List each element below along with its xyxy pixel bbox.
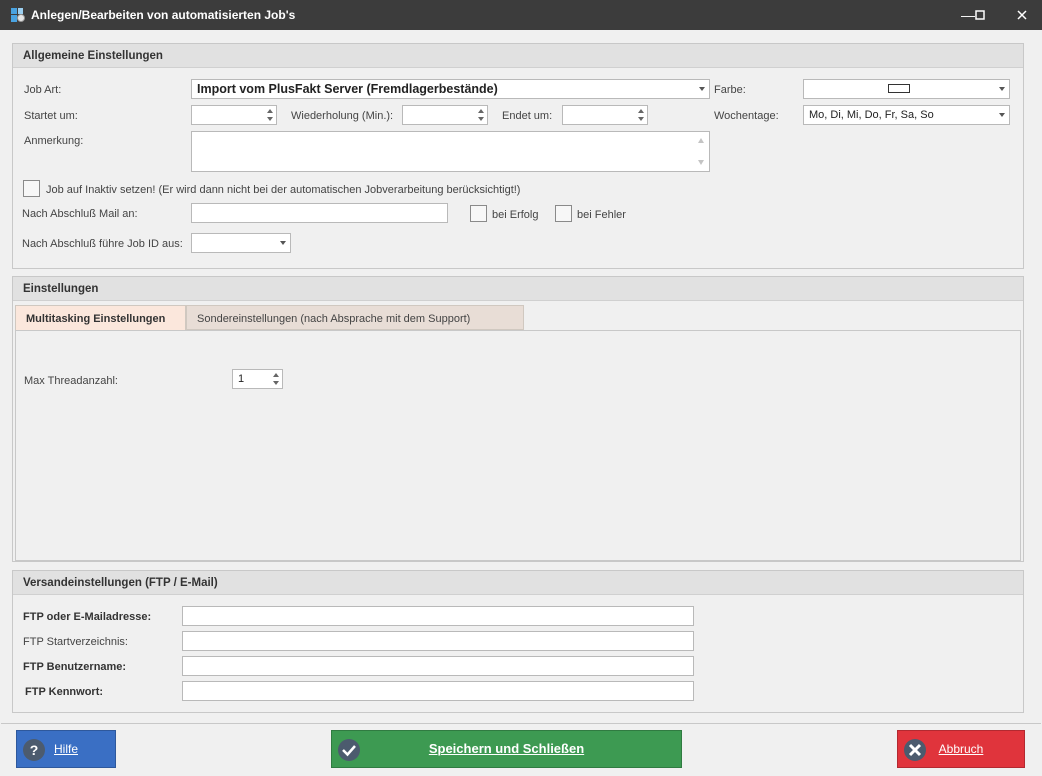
startet-value [192, 109, 215, 121]
anmerkung-textarea[interactable] [191, 131, 710, 172]
wiederholung-input[interactable] [402, 105, 488, 125]
erfolg-label: bei Erfolg [492, 209, 539, 221]
job-id-select[interactable] [191, 233, 291, 253]
ftp-address-label: FTP oder E-Mailadresse: [23, 611, 152, 623]
ftp-user-field[interactable] [183, 657, 693, 675]
save-close-button-label: Speichern und Schließen [428, 741, 585, 756]
app-icon [11, 8, 25, 22]
cancel-button-label: Abbruch [938, 742, 984, 756]
erfolg-checkbox[interactable] [470, 205, 487, 222]
job-id-label: Nach Abschluß führe Job ID aus: [22, 238, 183, 250]
fehler-checkbox[interactable] [555, 205, 572, 222]
spin-down-icon[interactable] [638, 117, 644, 121]
wochentage-label: Wochentage: [714, 110, 779, 122]
spin-up-icon[interactable] [638, 109, 644, 113]
fehler-label: bei Fehler [577, 209, 626, 221]
ftp-address-input[interactable] [182, 606, 694, 626]
inaktiv-label: Job auf Inaktiv setzen! (Er wird dann ni… [46, 184, 521, 196]
chevron-down-icon [999, 113, 1005, 117]
startet-time-input[interactable] [191, 105, 277, 125]
tab-sondereinstellungen[interactable]: Sondereinstellungen (nach Absprache mit … [186, 305, 524, 330]
scroll-down-icon[interactable] [698, 160, 704, 165]
chevron-down-icon [999, 87, 1005, 91]
spin-down-icon[interactable] [267, 117, 273, 121]
endet-label: Endet um: [502, 110, 553, 122]
cancel-x-icon [904, 739, 926, 761]
chevron-down-icon [280, 241, 286, 245]
settings-group: Einstellungen Multitasking Einstellungen… [12, 276, 1024, 562]
ftp-dir-field[interactable] [183, 632, 693, 650]
close-icon[interactable] [1012, 5, 1032, 25]
footer-divider [1, 723, 1041, 724]
ftp-pass-label: FTP Kennwort: [25, 686, 104, 698]
shipping-settings-header: Versandeinstellungen (FTP / E-Mail) [13, 571, 1023, 595]
max-thread-input[interactable]: 1 [232, 369, 283, 389]
help-icon: ? [23, 739, 45, 761]
spin-up-icon[interactable] [267, 109, 273, 113]
help-button[interactable]: ? Hilfe [16, 730, 116, 768]
wiederholung-value [403, 109, 426, 121]
chevron-down-icon [699, 87, 705, 91]
shipping-settings-group: Versandeinstellungen (FTP / E-Mail) FTP … [12, 570, 1024, 713]
mail-label: Nach Abschluß Mail an: [22, 208, 138, 220]
general-settings-header: Allgemeine Einstellungen [13, 44, 1023, 68]
ftp-address-field[interactable] [183, 607, 693, 625]
wochentage-select[interactable]: Mo, Di, Mi, Do, Fr, Sa, So [803, 105, 1010, 125]
dialog-body: Allgemeine Einstellungen Job Art: Import… [1, 30, 1041, 775]
spin-down-icon[interactable] [478, 117, 484, 121]
settings-header: Einstellungen [13, 277, 1023, 301]
tab-multitasking[interactable]: Multitasking Einstellungen [15, 305, 186, 330]
job-art-select[interactable]: Import vom PlusFakt Server (Fremdlagerbe… [191, 79, 710, 99]
wiederholung-label: Wiederholung (Min.): [291, 110, 394, 122]
max-thread-label: Max Threadanzahl: [24, 375, 118, 387]
inaktiv-checkbox[interactable] [23, 180, 40, 197]
spin-down-icon[interactable] [273, 381, 279, 385]
max-thread-value: 1 [238, 373, 245, 385]
wochentage-value: Mo, Di, Mi, Do, Fr, Sa, So [809, 109, 934, 121]
mail-input-field[interactable] [192, 204, 447, 222]
ftp-user-label: FTP Benutzername: [23, 661, 127, 673]
title-bar: Anlegen/Bearbeiten von automatisierten J… [0, 0, 1042, 30]
scroll-up-icon[interactable] [698, 138, 704, 143]
ftp-user-input[interactable] [182, 656, 694, 676]
ftp-dir-input[interactable] [182, 631, 694, 651]
window-title: Anlegen/Bearbeiten von automatisierten J… [31, 8, 296, 22]
mail-input[interactable] [191, 203, 448, 223]
maximize-icon[interactable] [970, 5, 990, 25]
ftp-dir-label: FTP Startverzeichnis: [23, 636, 128, 648]
general-settings-group: Allgemeine Einstellungen Job Art: Import… [12, 43, 1024, 269]
checkmark-icon [338, 739, 360, 761]
endet-time-input[interactable] [562, 105, 648, 125]
endet-value [563, 109, 586, 121]
tab-panel: Max Threadanzahl: 1 [15, 330, 1021, 561]
ftp-pass-input[interactable] [182, 681, 694, 701]
ftp-pass-field[interactable] [183, 682, 693, 700]
spin-up-icon[interactable] [273, 373, 279, 377]
save-close-button[interactable]: Speichern und Schließen [331, 730, 682, 768]
job-art-label: Job Art: [24, 84, 62, 96]
startet-label: Startet um: [24, 110, 78, 122]
cancel-button[interactable]: Abbruch [897, 730, 1025, 768]
farbe-label: Farbe: [714, 84, 746, 96]
anmerkung-label: Anmerkung: [24, 135, 84, 147]
spin-up-icon[interactable] [478, 109, 484, 113]
job-id-value [192, 234, 290, 252]
help-button-label: Hilfe [53, 742, 78, 756]
color-swatch [888, 84, 910, 93]
job-art-value: Import vom PlusFakt Server (Fremdlagerbe… [197, 82, 498, 96]
farbe-select[interactable] [803, 79, 1010, 99]
